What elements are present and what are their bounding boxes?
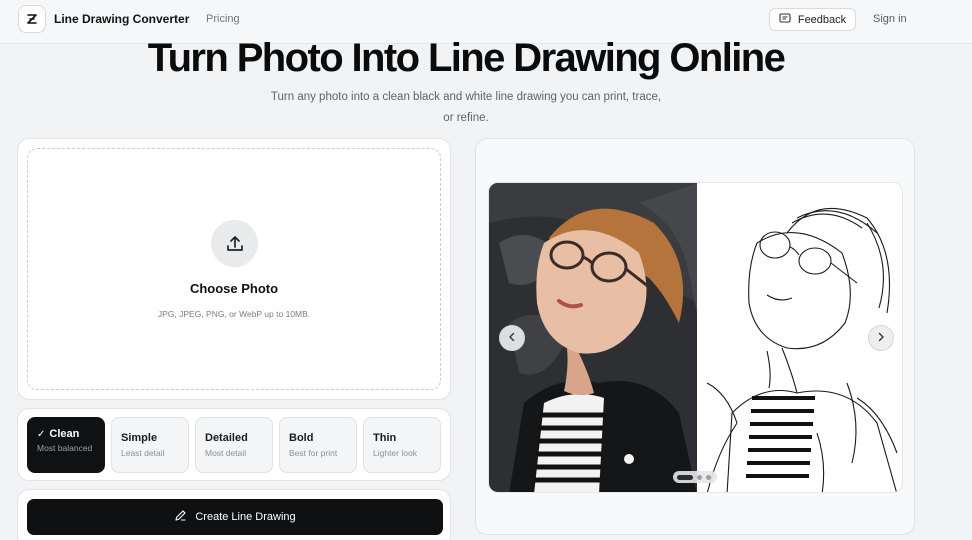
feedback-icon [779,12,791,27]
style-name: Thin [373,432,397,444]
chevron-right-icon [876,329,886,347]
style-description: Lighter look [373,448,417,458]
feedback-label: Feedback [797,13,847,26]
style-name: Detailed [205,432,248,444]
choose-photo-title: Choose Photo [189,281,279,296]
page-subtitle: Turn any photo into a clean black and wh… [270,91,662,124]
slide-dot[interactable] [677,474,693,480]
brand-name[interactable]: Line Drawing Converter [54,12,189,26]
logo-icon[interactable] [18,5,46,33]
create-line-drawing-button[interactable]: Create Line Drawing [27,499,443,535]
slide-dot[interactable] [697,474,702,480]
style-name: Clean [49,428,80,440]
photo-dropzone[interactable]: Choose Photo JPG, JPEG, PNG, or WebP up … [27,148,441,390]
upload-icon[interactable] [211,220,258,267]
page-title: Turn Photo Into Line Drawing Online [147,36,786,80]
pencil-icon [174,509,187,525]
style-description: Best for print [289,448,338,458]
before-after-preview [488,182,903,493]
chevron-left-icon [507,329,517,347]
sign-in-link[interactable]: Sign in [873,13,907,25]
style-option-clean[interactable]: ✓ Clean Most balanced [27,417,105,473]
upload-panel: Choose Photo JPG, JPEG, PNG, or WebP up … [17,138,451,400]
style-option-bold[interactable]: Bold Best for print [279,417,357,473]
style-description: Least detail [121,448,165,458]
file-type-hint: JPG, JPEG, PNG, or WebP up to 10MB. [157,309,311,319]
slide-indicator [673,471,717,483]
style-name: Simple [121,432,158,444]
check-icon: ✓ [37,429,46,440]
feedback-button[interactable]: Feedback [769,8,856,31]
create-button-label: Create Line Drawing [195,511,296,523]
slide-dot[interactable] [706,474,711,480]
style-description: Most balanced [37,443,93,453]
next-slide-button[interactable] [868,325,894,351]
nav-link-pricing[interactable]: Pricing [206,13,240,25]
style-option-detailed[interactable]: Detailed Most detail [195,417,273,473]
previous-slide-button[interactable] [499,325,525,351]
style-option-thin[interactable]: Thin Lighter look [363,417,441,473]
style-option-simple[interactable]: Simple Least detail [111,417,189,473]
style-selector: ✓ Clean Most balanced Simple Least detail… [17,408,451,481]
style-name: Bold [289,432,314,444]
create-panel: Create Line Drawing [17,489,451,540]
style-description: Most detail [205,448,247,458]
preview-panel [475,138,915,535]
